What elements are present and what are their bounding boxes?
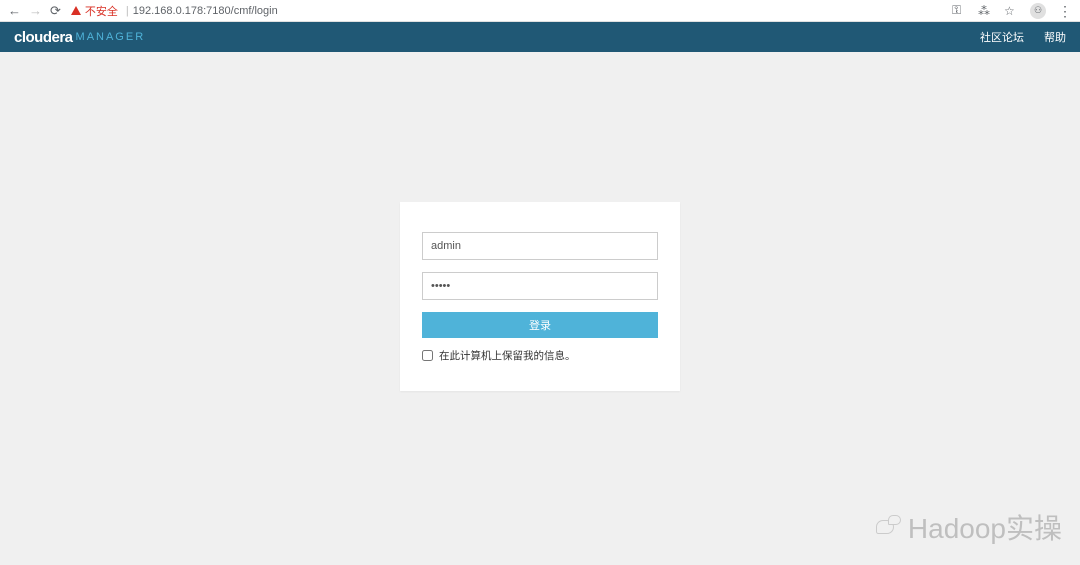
username-input[interactable] [422,232,658,260]
remember-checkbox[interactable] [422,350,433,361]
url-separator: | [126,5,129,17]
browser-right-icons: ⚿ ⁂ ☆ ⚇ ⋮ [952,3,1072,19]
translate-icon[interactable]: ⁂ [978,4,992,18]
login-card: 登录 在此计算机上保留我的信息。 [400,202,680,391]
password-input[interactable] [422,272,658,300]
insecure-label: 不安全 [85,3,118,19]
reload-icon[interactable]: ⟳ [50,3,61,19]
browser-toolbar: ← → ⟳ 不安全 | 192.168.0.178:7180/cmf/login… [0,0,1080,22]
logo-sub: MANAGER [76,31,146,43]
logo-main: cloudera [14,29,73,46]
login-button[interactable]: 登录 [422,312,658,338]
remember-label: 在此计算机上保留我的信息。 [439,348,576,363]
address-url[interactable]: 192.168.0.178:7180/cmf/login [133,5,278,17]
profile-avatar-icon[interactable]: ⚇ [1030,3,1046,19]
app-header: cloudera MANAGER 社区论坛 帮助 [0,22,1080,52]
community-link[interactable]: 社区论坛 [980,29,1024,45]
star-icon[interactable]: ☆ [1004,4,1018,18]
key-icon[interactable]: ⚿ [952,3,966,18]
back-icon[interactable]: ← [8,3,21,18]
forward-icon[interactable]: → [29,3,42,18]
header-links: 社区论坛 帮助 [980,29,1066,45]
help-link[interactable]: 帮助 [1044,29,1066,45]
nav-arrows: ← → [8,3,42,18]
main-content: 登录 在此计算机上保留我的信息。 [0,52,1080,565]
menu-dots-icon[interactable]: ⋮ [1058,4,1072,18]
remember-row: 在此计算机上保留我的信息。 [422,348,658,363]
warning-icon [71,6,81,15]
